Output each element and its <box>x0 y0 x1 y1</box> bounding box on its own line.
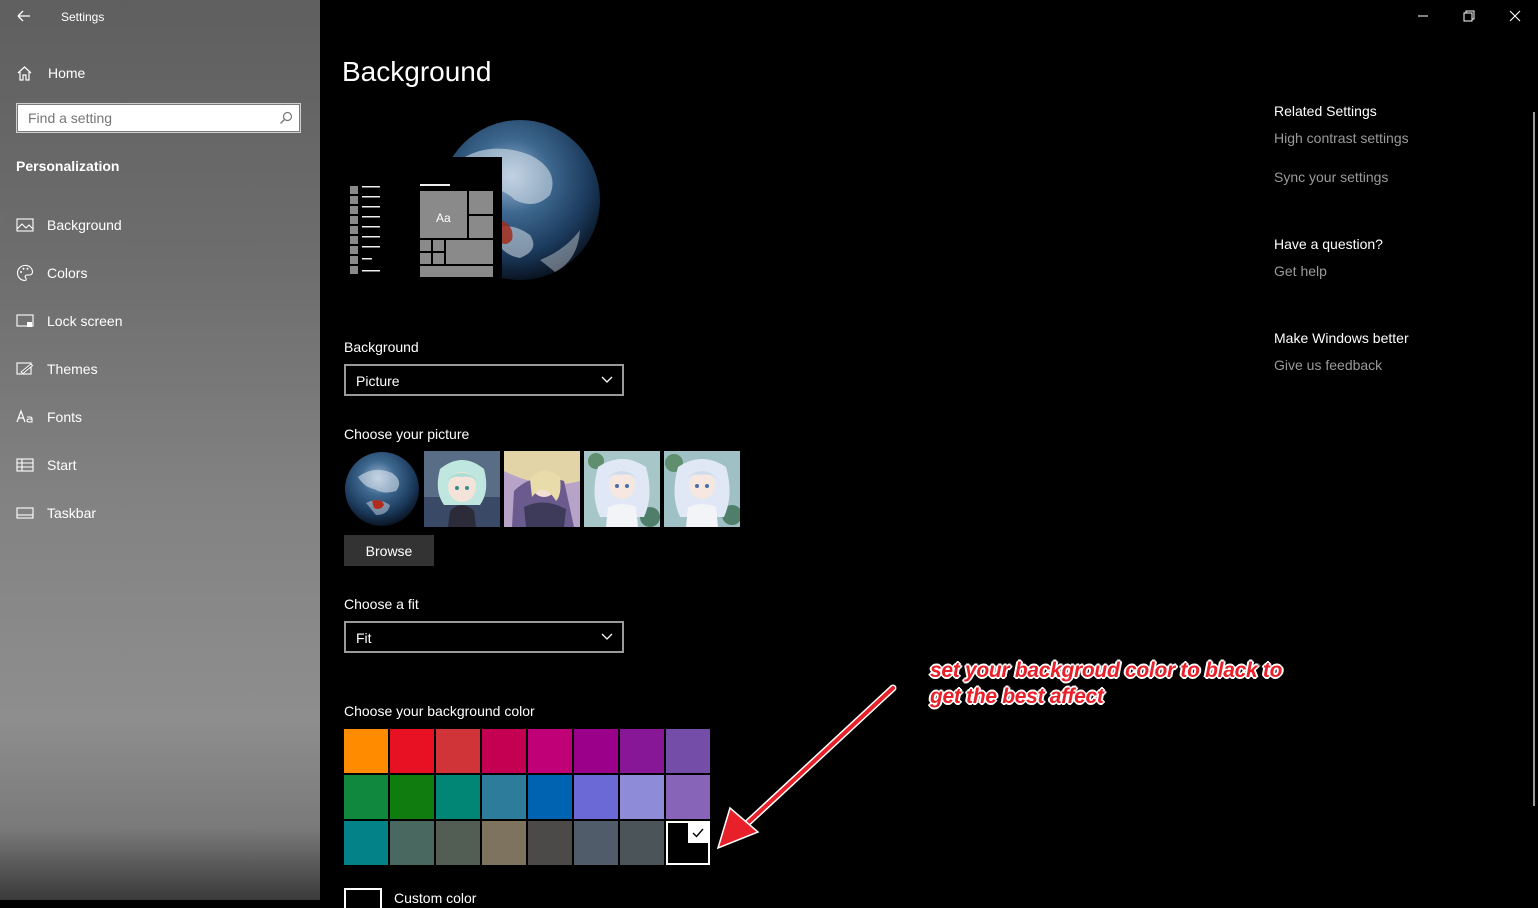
picture-thumbnail-anime-3[interactable] <box>584 451 660 527</box>
back-arrow-icon <box>17 10 30 22</box>
picture-icon <box>16 216 34 234</box>
color-swatch[interactable] <box>620 775 664 819</box>
search-input[interactable] <box>18 105 278 131</box>
color-swatch[interactable] <box>620 821 664 865</box>
color-swatch[interactable] <box>390 729 434 773</box>
sync-settings-link[interactable]: Sync your settings <box>1274 169 1388 185</box>
minimize-icon <box>1418 15 1428 17</box>
lock-screen-icon <box>16 312 34 330</box>
color-swatch[interactable] <box>344 729 388 773</box>
picture-thumbnail-earth[interactable] <box>344 451 420 527</box>
color-swatch[interactable] <box>390 775 434 819</box>
sidebar-item-fonts[interactable]: Fonts <box>0 393 320 441</box>
section-heading: Personalization <box>16 158 120 174</box>
sidebar-item-taskbar[interactable]: Taskbar <box>0 489 320 537</box>
custom-color-button[interactable]: Custom color <box>344 888 476 908</box>
palette-icon <box>16 264 34 282</box>
scrollbar[interactable] <box>1533 112 1535 806</box>
color-swatch[interactable] <box>344 821 388 865</box>
color-swatch[interactable] <box>574 729 618 773</box>
sidebar-item-label: Background <box>47 217 122 233</box>
sidebar-item-background[interactable]: Background <box>0 201 320 249</box>
background-dropdown[interactable]: Picture <box>344 364 624 396</box>
feedback-heading: Make Windows better <box>1274 330 1409 346</box>
close-button[interactable] <box>1492 0 1538 32</box>
page-title: Background <box>342 56 492 87</box>
back-button[interactable] <box>12 6 36 26</box>
color-swatch-grid <box>344 729 710 865</box>
restore-icon <box>1463 10 1475 22</box>
background-dropdown-value: Picture <box>356 373 400 389</box>
sidebar-item-start[interactable]: Start <box>0 441 320 489</box>
picture-thumbnails <box>344 451 740 527</box>
app-title: Settings <box>61 10 105 24</box>
earth-wallpaper-preview: Aa <box>348 120 600 280</box>
color-swatch[interactable] <box>390 821 434 865</box>
home-label: Home <box>48 65 86 81</box>
sidebar-item-label: Colors <box>47 265 88 281</box>
picture-thumbnail-anime-1[interactable] <box>424 451 500 527</box>
home-icon <box>17 65 32 81</box>
close-icon <box>1509 10 1521 22</box>
start-icon <box>16 456 34 474</box>
chevron-down-icon <box>601 633 613 640</box>
custom-color-box <box>344 888 382 908</box>
color-swatch[interactable] <box>528 729 572 773</box>
high-contrast-link[interactable]: High contrast settings <box>1274 130 1409 146</box>
color-swatch[interactable] <box>574 821 618 865</box>
color-swatch[interactable] <box>482 821 526 865</box>
color-swatch[interactable] <box>574 775 618 819</box>
question-heading: Have a question? <box>1274 236 1383 252</box>
fit-label: Choose a fit <box>344 596 419 612</box>
feedback-link[interactable]: Give us feedback <box>1274 357 1382 373</box>
color-swatch[interactable] <box>620 729 664 773</box>
sidebar-item-label: Start <box>47 457 77 473</box>
search-box <box>17 104 300 132</box>
browse-button[interactable]: Browse <box>344 535 434 566</box>
preview-tile-text: Aa <box>436 211 451 225</box>
search-icon[interactable] <box>279 111 293 125</box>
fit-dropdown[interactable]: Fit <box>344 621 624 653</box>
annotation-text: set your backgroud color to black to get… <box>930 658 1350 710</box>
choose-picture-label: Choose your picture <box>344 426 470 442</box>
fit-dropdown-value: Fit <box>356 630 372 646</box>
related-settings-heading: Related Settings <box>1274 103 1377 119</box>
font-icon <box>16 408 34 426</box>
sidebar-item-lock-screen[interactable]: Lock screen <box>0 297 320 345</box>
title-bar: Settings <box>0 0 320 32</box>
color-swatch[interactable] <box>482 729 526 773</box>
sidebar-item-themes[interactable]: Themes <box>0 345 320 393</box>
sidebar-item-label: Lock screen <box>47 313 123 329</box>
sidebar-item-colors[interactable]: Colors <box>0 249 320 297</box>
taskbar-icon <box>16 504 34 522</box>
color-swatch[interactable] <box>344 775 388 819</box>
color-swatch[interactable] <box>436 775 480 819</box>
chevron-down-icon <box>601 376 613 383</box>
picture-thumbnail-anime-4[interactable] <box>664 451 740 527</box>
color-swatch[interactable] <box>528 775 572 819</box>
annotation-line-1: set your backgroud color to black to <box>930 659 1283 682</box>
background-label: Background <box>344 339 419 355</box>
brush-icon <box>16 360 34 378</box>
get-help-link[interactable]: Get help <box>1274 263 1327 279</box>
color-swatch[interactable] <box>436 729 480 773</box>
home-nav-item[interactable]: Home <box>16 62 85 84</box>
background-color-label: Choose your background color <box>344 703 535 719</box>
sidebar: Settings Home Personalization Background… <box>0 0 320 900</box>
color-swatch[interactable] <box>436 821 480 865</box>
annotation-arrow-icon <box>716 684 897 850</box>
restore-button[interactable] <box>1446 0 1492 32</box>
color-swatch[interactable] <box>482 775 526 819</box>
minimize-button[interactable] <box>1400 0 1446 32</box>
desktop-preview: Aa <box>340 100 610 290</box>
sidebar-item-label: Themes <box>47 361 98 377</box>
sidebar-item-label: Taskbar <box>47 505 97 521</box>
picture-thumbnail-anime-2[interactable] <box>504 451 580 527</box>
annotation-line-2: get the best affect <box>930 685 1104 708</box>
custom-color-label: Custom color <box>394 890 477 906</box>
sidebar-nav: Background Colors Lock screen Themes Fon… <box>0 201 320 537</box>
color-swatch[interactable] <box>528 821 572 865</box>
sidebar-item-label: Fonts <box>47 409 83 425</box>
